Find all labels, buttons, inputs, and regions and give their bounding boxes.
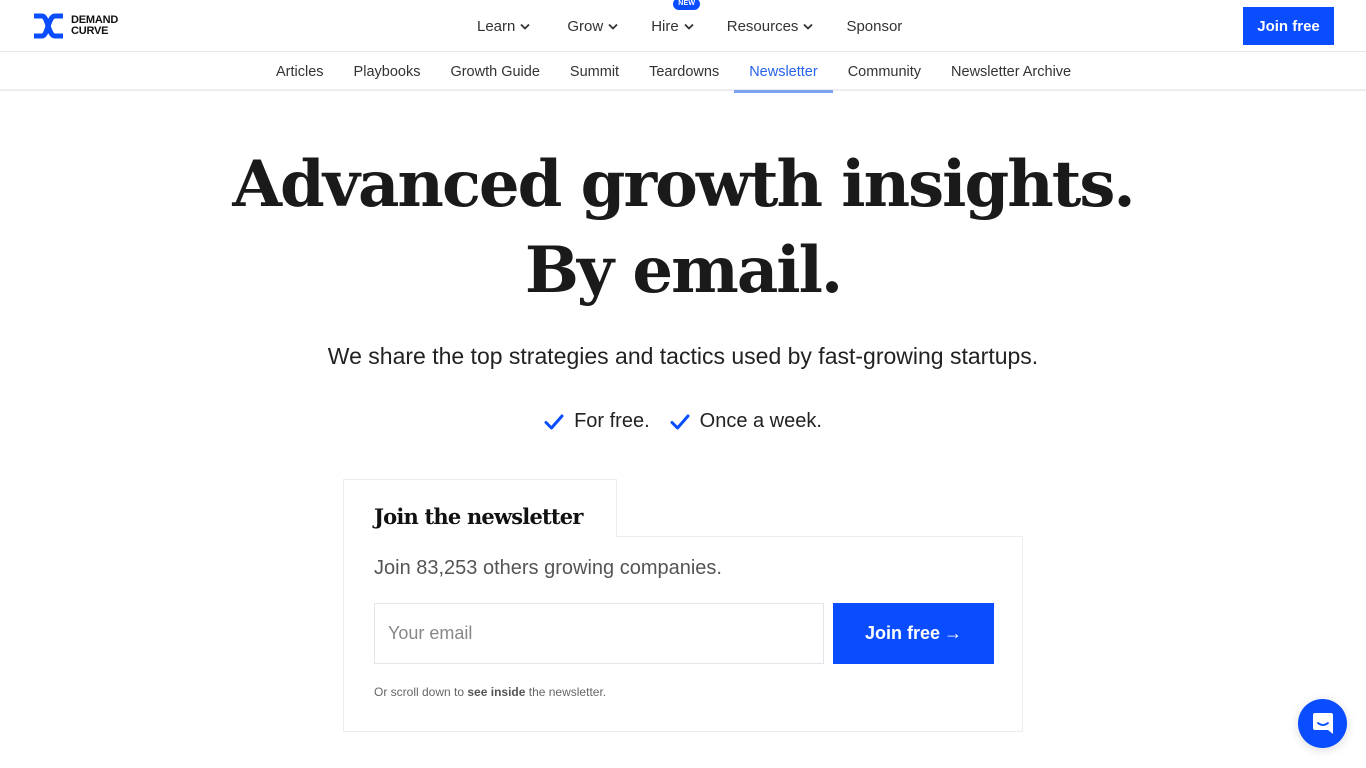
nav-sponsor-label: Sponsor (846, 17, 903, 35)
join-free-submit-label: Join free (864, 623, 941, 643)
chevron-down-icon (684, 23, 694, 30)
hero-title-line1: Advanced growth insights. (232, 147, 1135, 222)
nav-hire-label: Hire (651, 17, 679, 35)
subnav-articles[interactable]: Articles (261, 53, 339, 91)
chevron-down-icon (803, 23, 814, 30)
signup-card-tab: Join the newsletter (343, 479, 617, 537)
checkmark-icon (544, 414, 564, 429)
signup-card-title: Join the newsletter (374, 504, 583, 529)
chat-launcher-button[interactable] (1298, 699, 1347, 748)
top-header: DEMAND CURVE Learn Grow NEW Hire Resourc… (0, 0, 1366, 52)
see-inside-link[interactable]: see inside (467, 685, 525, 699)
hero-subtitle: We share the top strategies and tactics … (327, 343, 1039, 369)
nav-learn[interactable]: Learn (477, 17, 531, 35)
chevron-down-icon (520, 23, 531, 30)
nav-hire[interactable]: NEW Hire (651, 0, 701, 35)
subnav-newsletter[interactable]: Newsletter (734, 53, 833, 93)
bullet-weekly-label: Once a week. (699, 410, 822, 432)
arrow-right-icon: → (944, 623, 963, 643)
sub-nav: Articles Playbooks Growth Guide Summit T… (0, 53, 1366, 93)
hero-title: Advanced growth insights. By email. (0, 142, 1366, 314)
chat-icon (1312, 712, 1333, 734)
demand-curve-logo-icon (34, 13, 63, 39)
bullet-free-label: For free. (574, 410, 650, 432)
nav-grow-label: Grow (567, 17, 604, 35)
checkmark-icon (670, 414, 690, 429)
nav-grow[interactable]: Grow (567, 18, 618, 35)
subnav-summit[interactable]: Summit (555, 53, 634, 91)
logo-text-line2: CURVE (71, 25, 109, 37)
subnav-playbooks[interactable]: Playbooks (339, 53, 436, 91)
subnav-newsletter-archive[interactable]: Newsletter Archive (936, 53, 1086, 91)
sub-nav-items: Articles Playbooks Growth Guide Summit T… (261, 53, 1086, 93)
email-input[interactable] (374, 603, 824, 664)
subnav-teardowns[interactable]: Teardowns (634, 53, 734, 91)
subnav-growth-guide[interactable]: Growth Guide (435, 53, 554, 91)
scroll-note: Or scroll down to see inside the newslet… (374, 685, 606, 699)
chevron-down-icon (608, 23, 618, 30)
bullet-free: For free. (544, 410, 650, 433)
nav-resources-label: Resources (726, 17, 799, 35)
feature-bullets: For free. Once a week. (0, 410, 1366, 433)
join-free-header-button[interactable]: Join free (1243, 7, 1334, 45)
subnav-community[interactable]: Community (833, 53, 936, 91)
new-badge: NEW (673, 0, 701, 10)
scroll-note-prefix: Or scroll down to (374, 685, 468, 699)
bullet-weekly: Once a week. (670, 410, 822, 433)
signup-card: Join 83,253 others growing companies. Jo… (343, 536, 1023, 732)
nav-sponsor[interactable]: Sponsor (846, 18, 902, 35)
nav-learn-label: Learn (477, 17, 516, 35)
nav-resources[interactable]: Resources (727, 18, 814, 35)
hero-title-line2: By email. (524, 233, 843, 308)
logo-text: DEMAND CURVE (71, 15, 118, 37)
logo[interactable]: DEMAND CURVE (33, 13, 118, 39)
subscriber-count-text: Join 83,253 others growing companies. (374, 557, 722, 579)
scroll-note-suffix: the newsletter. (525, 685, 607, 699)
main-nav: Learn Grow NEW Hire Resources Sponsor (477, 0, 902, 52)
join-free-submit-button[interactable]: Join free → (833, 603, 994, 664)
